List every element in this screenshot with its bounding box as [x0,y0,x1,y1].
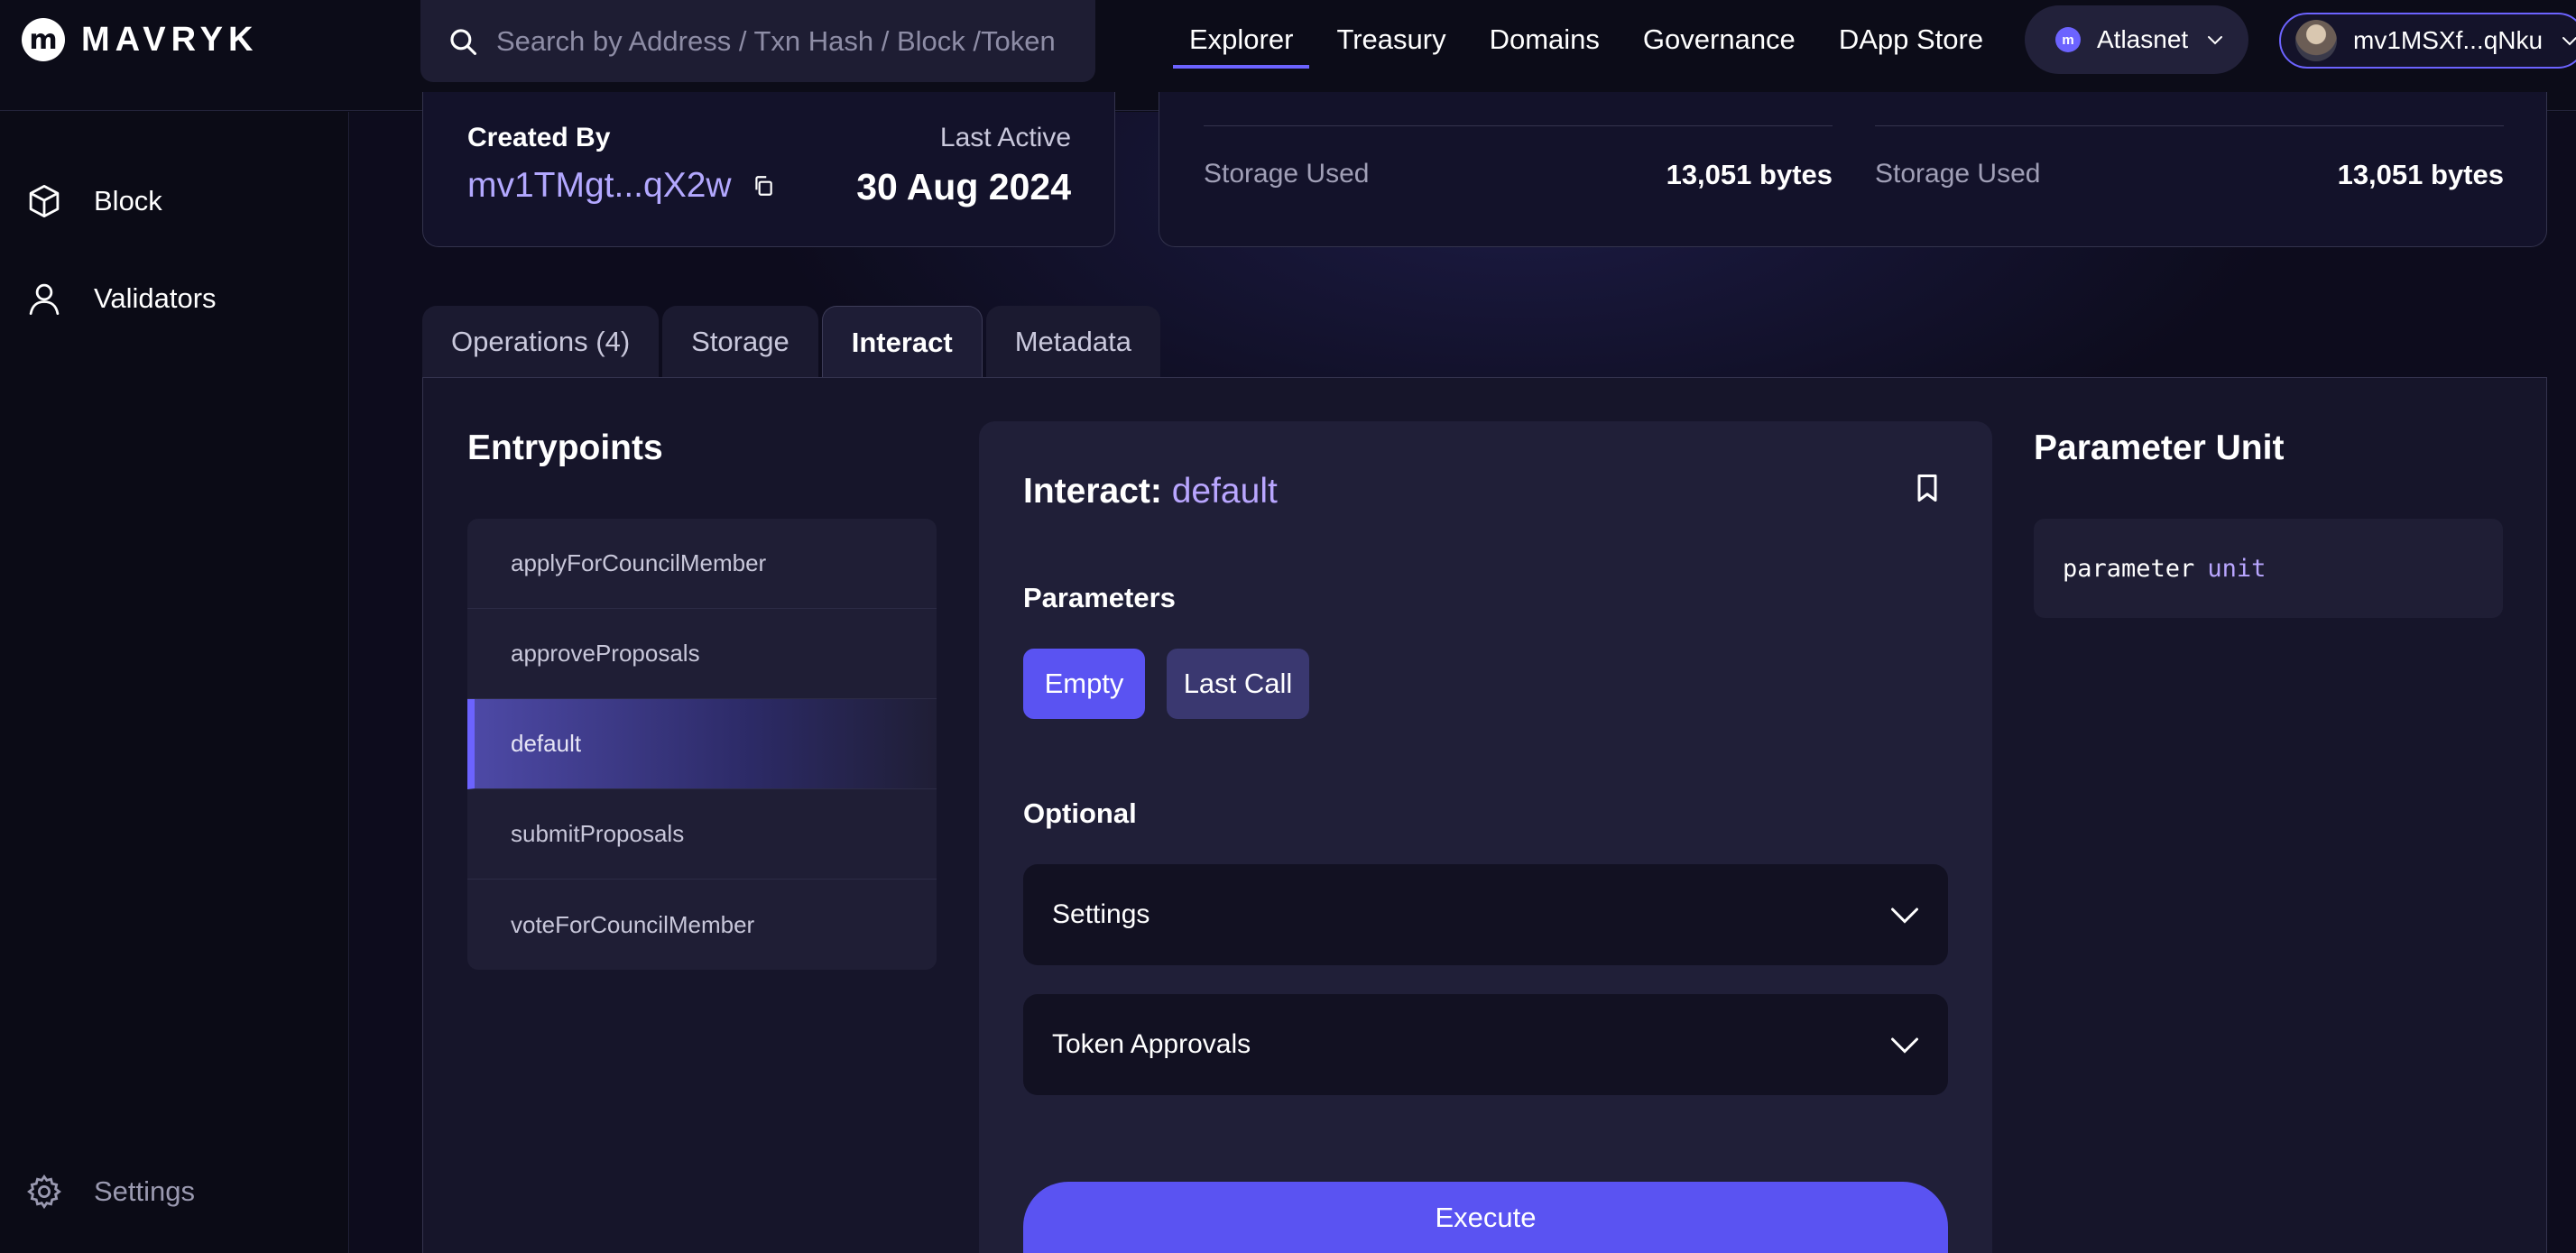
entrypoints-list: applyForCouncilMember approveProposals d… [467,519,937,970]
storage-used-value: 13,051 bytes [2337,159,2504,190]
parameter-code-block: parameter unit [2034,519,2503,618]
network-label: Atlasnet [2097,25,2189,53]
gear-icon [27,1174,61,1210]
tab-metadata[interactable]: Metadata [985,306,1160,378]
parameter-unit-title: Parameter Unit [2034,428,2285,467]
param-empty-button[interactable]: Empty [1023,649,1145,719]
logo-mark-icon: m [22,18,65,61]
sidebar-item-label: Validators [94,282,217,314]
parameter-type: unit [2207,554,2267,583]
search-icon [450,28,477,55]
contract-tabs: Operations (4) Storage Interact Metadata [422,306,1160,378]
nav-treasury[interactable]: Treasury [1320,16,1462,69]
settings-accordion-label: Settings [1052,899,1150,929]
last-active-value: 30 Aug 2024 [856,166,1071,207]
storage-used-label: Storage Used [1204,159,1370,189]
main-nav: Explorer Treasury Domains Governance DAp… [1173,16,2010,69]
bookmark-icon [1917,474,1937,502]
settings-accordion[interactable]: Settings [1023,864,1948,965]
created-by-address-link[interactable]: mv1TMgt...qX2w [467,166,732,206]
entrypoint-item[interactable]: applyForCouncilMember [467,519,937,609]
nav-governance[interactable]: Governance [1627,16,1812,69]
storage-used-label: Storage Used [1875,159,2041,189]
last-active-label: Last Active [939,123,1071,152]
logo-text: MAVRYK [81,20,259,59]
parameters-label: Parameters [1023,582,1176,613]
interact-title-prefix: Interact: [1023,472,1162,511]
avatar [2295,20,2337,61]
sidebar-item-validators[interactable]: Validators [25,280,217,318]
sidebar: Block Validators Settings [0,112,349,1253]
sidebar-item-label: Block [94,185,162,217]
tab-storage[interactable]: Storage [662,306,818,378]
tab-operations[interactable]: Operations (4) [422,306,660,378]
storage-card: Storage Used 13,051 bytes Storage Used 1… [1159,92,2547,247]
entrypoint-item-selected[interactable]: default [467,699,937,789]
entrypoint-item[interactable]: voteForCouncilMember [467,880,937,970]
search-input[interactable] [496,24,1056,58]
entrypoint-item[interactable]: approveProposals [467,609,937,699]
chevron-down-icon [1891,1037,1918,1054]
parameter-keyword: parameter [2063,554,2195,583]
nav-dapp-store[interactable]: DApp Store [1823,16,1999,69]
nav-domains[interactable]: Domains [1473,16,1616,69]
optional-label: Optional [1023,797,1137,829]
sidebar-settings-label: Settings [94,1175,196,1207]
logo[interactable]: m MAVRYK [22,18,258,61]
interact-card: Interact: default Parameters Empty Last … [979,421,1992,1253]
created-by-label: Created By [467,123,611,152]
entrypoints-title: Entrypoints [467,428,663,467]
chevron-down-icon [1891,908,1918,924]
sidebar-item-settings[interactable]: Settings [25,1173,195,1211]
bookmark-button[interactable] [1911,472,1944,509]
cube-icon [29,184,60,218]
divider [1204,125,1833,126]
contract-creator-card: Created By Last Active mv1TMgt...qX2w 30… [422,92,1115,247]
divider [1875,125,2504,126]
sidebar-item-block[interactable]: Block [25,182,162,220]
chevron-down-icon [2208,36,2223,45]
interact-title-entrypoint: default [1171,472,1278,511]
created-by-address-row: mv1TMgt...qX2w [467,166,775,206]
token-approvals-label: Token Approvals [1052,1029,1251,1059]
param-last-call-button[interactable]: Last Call [1167,649,1309,719]
interact-title: Interact: default [1023,472,1278,511]
storage-used-value: 13,051 bytes [1666,159,1833,190]
user-icon [29,283,60,316]
execute-button[interactable]: Execute [1023,1182,1948,1253]
copy-icon[interactable] [752,174,775,198]
token-approvals-accordion[interactable]: Token Approvals [1023,994,1948,1095]
entrypoint-item[interactable]: submitProposals [467,789,937,880]
wallet-button[interactable]: mv1MSXf...qNku [2279,13,2576,69]
network-selector[interactable]: m Atlasnet [2025,5,2248,74]
network-icon: m [2055,27,2081,52]
tab-interact[interactable]: Interact [821,306,983,378]
search-bar[interactable] [420,0,1095,82]
wallet-address: mv1MSXf...qNku [2353,26,2544,54]
nav-explorer[interactable]: Explorer [1173,16,1310,69]
chevron-down-icon [2562,37,2576,46]
